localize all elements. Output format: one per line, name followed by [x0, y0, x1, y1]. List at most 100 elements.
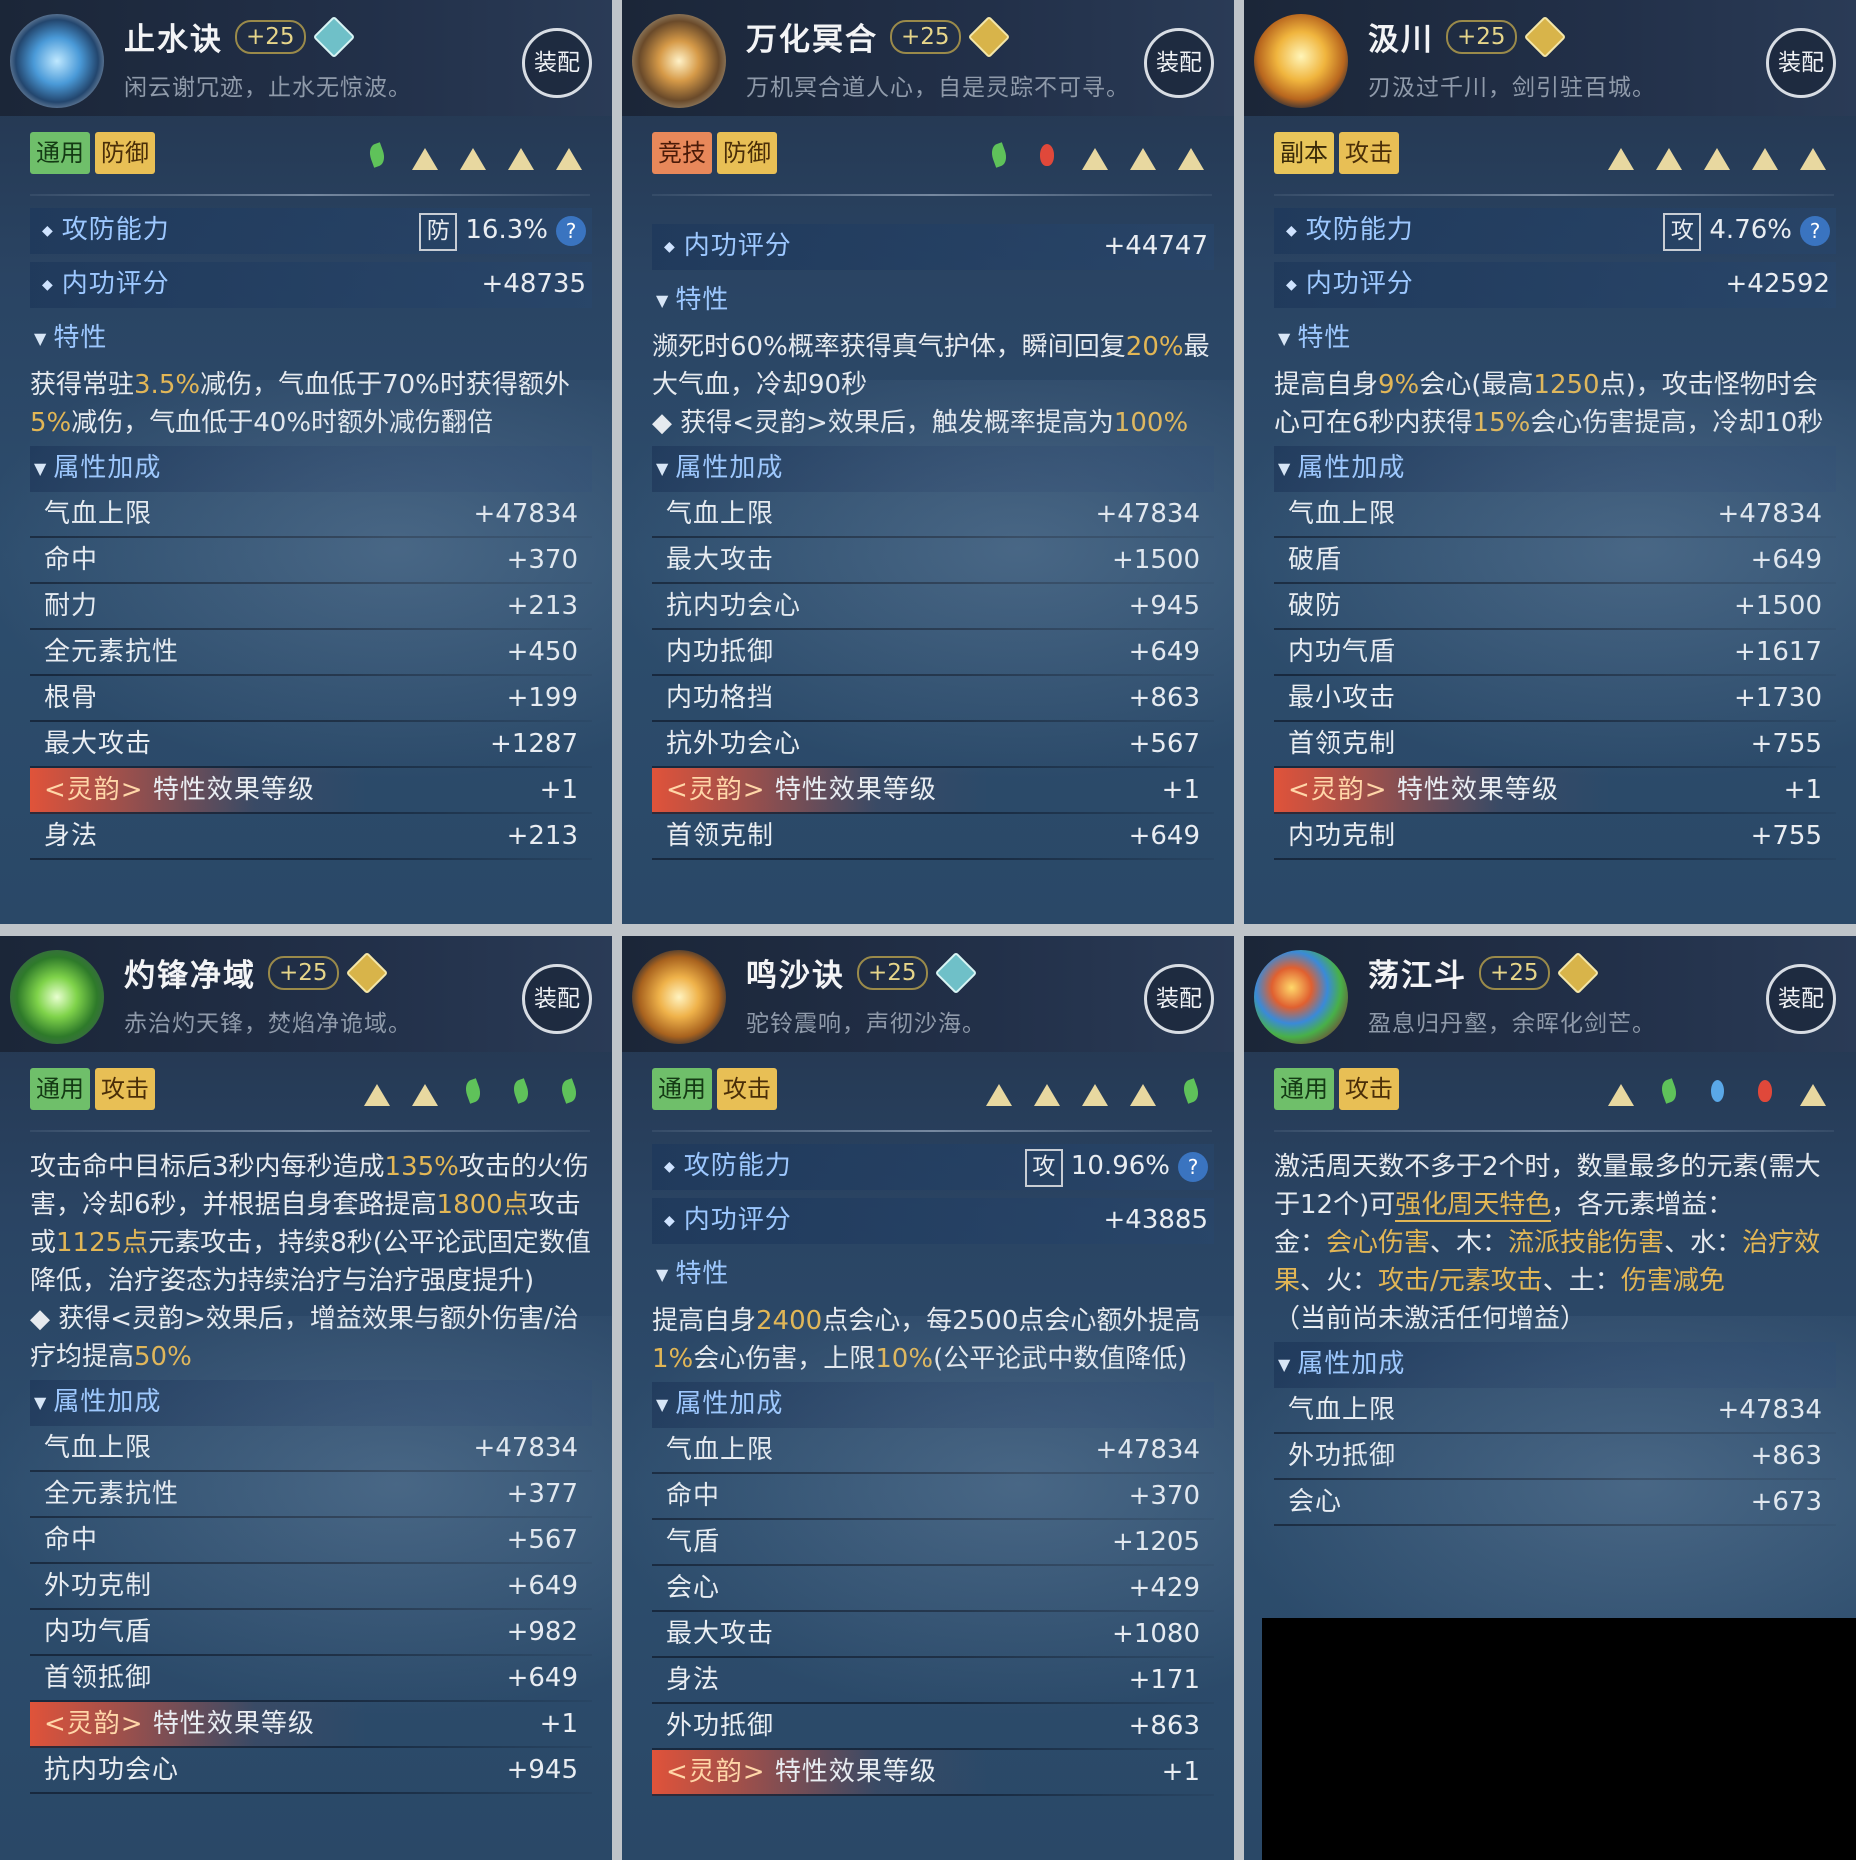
attribute-name-text: 外功抵御 [666, 1711, 775, 1741]
enhance-level-badge: +25 [235, 20, 306, 54]
trait-text: 20% [1125, 332, 1184, 362]
attribute-value: +47834 [1717, 1395, 1823, 1425]
attribute-value: +673 [1750, 1487, 1822, 1517]
attribute-row: <灵韵> 特性效果等级 +1 [1274, 768, 1836, 814]
mountain-icon [1602, 1076, 1640, 1106]
card-body: 攻防能力 攻4.76%? 内功评分 +42592 特性提高自身9%会心(最高1250点)… [1274, 208, 1836, 860]
attribute-row: 内功克制 +755 [1274, 814, 1836, 860]
mountain-icon [1124, 140, 1162, 170]
attribute-value: +47834 [1095, 1435, 1201, 1465]
attribute-row: 气血上限 +47834 [30, 492, 592, 538]
attribute-row: 首领克制 +649 [652, 814, 1214, 860]
stat-label: 内功评分 [1286, 262, 1414, 307]
skill-emblem-icon [632, 950, 726, 1044]
equip-button[interactable]: 装配 [1766, 28, 1836, 98]
fire-icon [1746, 1076, 1784, 1106]
skill-subtitle: 刃汲过千川，剑引驻百城。 [1368, 75, 1656, 101]
attribute-name-text: 会心 [1288, 1487, 1343, 1517]
equip-button[interactable]: 装配 [1766, 964, 1836, 1034]
trait-text: 1250 [1533, 370, 1600, 400]
stat-row: 攻防能力 攻10.96%? [652, 1144, 1214, 1190]
trait-text: 伤害减免 [1620, 1266, 1725, 1296]
stat-number: +44747 [1103, 231, 1209, 261]
trait-text: 提高自身 [1274, 370, 1379, 400]
mountain-icon [1028, 1076, 1066, 1106]
trait-section-header[interactable]: 特性 [30, 316, 592, 362]
card-body: 激活周天数不多于2个时，数量最多的元素(需大于12个)可强化周天特色，各元素增益… [1274, 1144, 1836, 1526]
attribute-name-text: 特性效果等级 [774, 1757, 937, 1787]
trait-text: 10% [875, 1344, 934, 1374]
enhance-level-badge: +25 [857, 956, 928, 990]
attribute-row: 全元素抗性 +377 [30, 1472, 592, 1518]
trait-text: 攻击命中目标后3秒内每秒造成 [30, 1152, 385, 1182]
attribute-value: +567 [506, 1525, 578, 1555]
card-body: 攻击命中目标后3秒内每秒造成135%攻击的火伤害，冷却6秒，并根据自身套路提高1… [30, 1144, 592, 1794]
attribute-section-header[interactable]: 属性加成 [1274, 446, 1836, 492]
divider [652, 1130, 1212, 1132]
card-header: 万化冥合 +25 万机冥合道人心，自是灵踪不可寻。 装配 [622, 0, 1234, 116]
card-header: 灼锋净域 +25 赤治灼天锋，焚焰净诡域。 装配 [0, 936, 612, 1052]
element-slots [970, 1076, 1210, 1106]
attribute-row: 破盾 +649 [1274, 538, 1836, 584]
attribute-value: +945 [1128, 591, 1200, 621]
tag-list: 通用 攻击 [30, 1068, 160, 1112]
attribute-name-text: 特性效果等级 [152, 1709, 315, 1739]
help-icon[interactable]: ? [556, 216, 586, 246]
skill-subtitle: 闲云谢冗迹，止水无惊波。 [124, 75, 412, 101]
attribute-name-text: 特性效果等级 [152, 775, 315, 805]
attribute-row: 气血上限 +47834 [1274, 492, 1836, 538]
trait-section-header[interactable]: 特性 [1274, 316, 1836, 362]
help-icon[interactable]: ? [1178, 1152, 1208, 1182]
mountain-icon [406, 1076, 444, 1106]
attribute-name-text: 气血上限 [44, 1433, 153, 1463]
attribute-name-text: 气血上限 [666, 1435, 775, 1465]
attribute-value: +649 [1128, 821, 1200, 851]
equip-button[interactable]: 装配 [522, 28, 592, 98]
attribute-row: 气血上限 +47834 [652, 1428, 1214, 1474]
attribute-value: +213 [506, 591, 578, 621]
attribute-name: 破盾 [1288, 538, 1342, 582]
stat-label: 攻防能力 [1286, 208, 1414, 253]
equip-button[interactable]: 装配 [522, 964, 592, 1034]
trait-text: 、火： [1300, 1266, 1379, 1296]
attribute-name-text: 外功抵御 [1288, 1441, 1397, 1471]
trait-section-header[interactable]: 特性 [652, 278, 1214, 324]
attribute-name: <灵韵> 特性效果等级 [1288, 768, 1559, 812]
trait-text: 、水： [1664, 1228, 1743, 1258]
attribute-section-header[interactable]: 属性加成 [30, 1380, 592, 1426]
attribute-section-header[interactable]: 属性加成 [30, 446, 592, 492]
empty-region [1262, 1618, 1856, 1860]
help-icon[interactable]: ? [1800, 216, 1830, 246]
skill-emblem-icon [10, 14, 104, 108]
attribute-value: +863 [1750, 1441, 1822, 1471]
category-tag: 防御 [95, 132, 155, 174]
attribute-section-header[interactable]: 属性加成 [652, 1382, 1214, 1428]
skill-card: 万化冥合 +25 万机冥合道人心，自是灵踪不可寻。装配竞技防御内功评分 +44747 特… [622, 0, 1234, 924]
trait-text: 减伤，气血低于70%时获得额外 [200, 370, 570, 400]
stat-row: 内功评分 +48735 [30, 262, 592, 308]
attribute-name: 最大攻击 [44, 722, 152, 766]
attribute-row: 最大攻击 +1080 [652, 1612, 1214, 1658]
leaf-icon [502, 1076, 540, 1106]
attribute-section-header[interactable]: 属性加成 [652, 446, 1214, 492]
attribute-section-header[interactable]: 属性加成 [1274, 1342, 1836, 1388]
attribute-name: 气血上限 [666, 1428, 774, 1472]
trait-text: 、木： [1430, 1228, 1509, 1258]
tag-list: 通用 攻击 [652, 1068, 782, 1112]
tag-list: 通用 防御 [30, 132, 160, 176]
category-tag: 竞技 [652, 132, 712, 174]
equip-button[interactable]: 装配 [1144, 28, 1214, 98]
equip-button[interactable]: 装配 [1144, 964, 1214, 1034]
stat-type-badge: 攻 [1663, 213, 1702, 251]
lingyun-tag: <灵韵> [1288, 775, 1388, 805]
trait-link[interactable]: 强化周天特色 [1395, 1190, 1552, 1222]
attribute-row: 会心 +673 [1274, 1480, 1836, 1526]
trait-section-header[interactable]: 特性 [652, 1252, 1214, 1298]
attribute-name: <灵韵> 特性效果等级 [666, 1750, 937, 1794]
attribute-value: +1 [539, 1709, 578, 1739]
attribute-name: 外功抵御 [1288, 1434, 1396, 1478]
trait-text: 2400 [756, 1306, 823, 1336]
attribute-name: 最大攻击 [666, 1612, 774, 1656]
trait-text: 3.5% [134, 370, 201, 400]
lingyun-tag: <灵韵> [44, 1709, 144, 1739]
